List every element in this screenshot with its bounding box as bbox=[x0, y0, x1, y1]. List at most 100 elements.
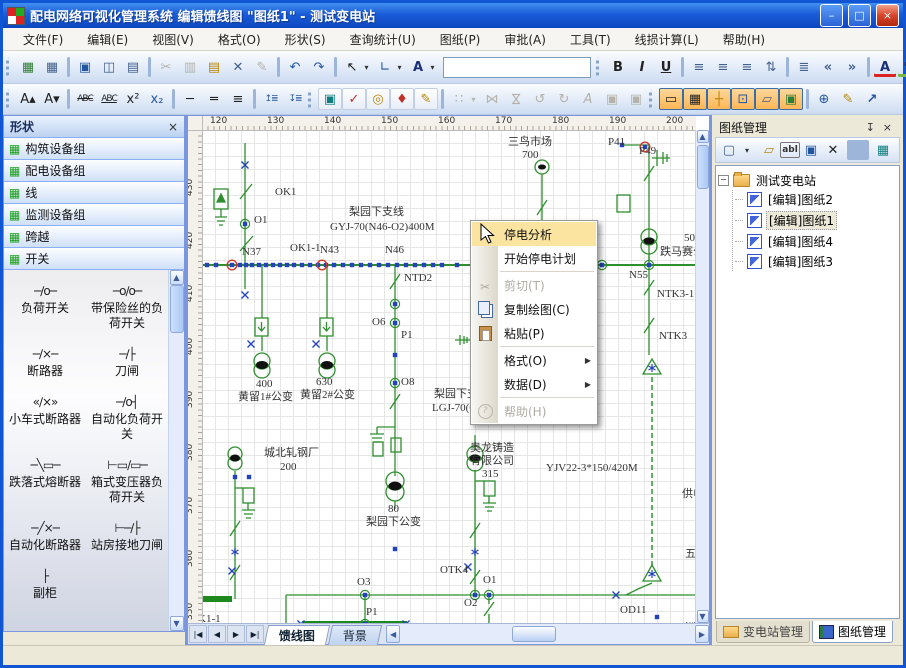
menu-item-format[interactable]: 格式(O) ▶ bbox=[472, 348, 596, 372]
shape-group-header[interactable]: ▦ 监测设备组 bbox=[4, 204, 184, 226]
shrink-font-icon[interactable]: A▾ bbox=[40, 88, 64, 110]
strikethrough-icon[interactable]: ABC bbox=[73, 88, 97, 110]
scrollbar-thumb[interactable] bbox=[512, 626, 556, 642]
tree-root-substation[interactable]: − 测试变电站 bbox=[718, 172, 897, 189]
tree-expander-icon[interactable]: − bbox=[718, 175, 729, 186]
shape-dropout-fuse[interactable]: ─╲▭─ 跌落式熔断器 bbox=[4, 458, 86, 505]
rename-sheet-icon[interactable]: abl bbox=[780, 142, 800, 158]
copy-sheet-icon[interactable]: ▣ bbox=[800, 139, 822, 161]
tree-item-sheet[interactable]: [编辑]图纸4 bbox=[733, 232, 897, 251]
style-combo-box[interactable] bbox=[443, 57, 591, 78]
scrollbar-thumb[interactable] bbox=[170, 285, 184, 333]
shape-group-header[interactable]: ▦ 构筑设备组 bbox=[4, 138, 184, 160]
shape-load-switch[interactable]: ─∕o─ 负荷开关 bbox=[4, 284, 86, 331]
menu-item[interactable]: 格式(O) bbox=[206, 29, 273, 50]
connection-point-icon[interactable]: ↗ bbox=[860, 88, 884, 110]
canvas-horizontal-scrollbar[interactable]: ◀ ▶ bbox=[386, 624, 709, 644]
next-sheet-button[interactable]: ▶ bbox=[227, 625, 245, 643]
font-color-icon[interactable]: A bbox=[873, 56, 897, 78]
menu-item[interactable]: 图纸(P) bbox=[428, 29, 493, 50]
flip-vertical-icon[interactable]: ⋈ bbox=[505, 87, 527, 111]
drawing-explorer-toggle-icon[interactable]: ▣ bbox=[779, 88, 803, 110]
selection-toggle-icon[interactable]: ⊡ bbox=[731, 88, 755, 110]
shapes-scrollbar[interactable]: ▲ ▼ bbox=[168, 270, 184, 631]
last-sheet-button[interactable]: ▶| bbox=[246, 625, 264, 643]
canvas-vertical-scrollbar[interactable]: ▲ ▼ bbox=[695, 130, 709, 623]
prev-sheet-button[interactable]: ◀ bbox=[208, 625, 226, 643]
first-sheet-button[interactable]: |◀ bbox=[189, 625, 207, 643]
scroll-down-icon[interactable]: ▼ bbox=[697, 610, 709, 623]
text-tool-dropdown[interactable]: ▾ bbox=[426, 56, 439, 78]
menu-item[interactable]: 视图(V) bbox=[140, 29, 206, 50]
line-spacing-1-icon[interactable]: ─ bbox=[178, 88, 202, 110]
scroll-down-icon[interactable]: ▼ bbox=[170, 616, 184, 631]
review-check-icon[interactable]: ✓ bbox=[342, 88, 366, 110]
minimize-button[interactable]: – bbox=[820, 4, 843, 27]
shape-group-header[interactable]: ▦ 开关 bbox=[4, 248, 184, 270]
tree-item-sheet[interactable]: [编辑]图纸2 bbox=[733, 190, 897, 209]
shape-group-header[interactable]: ▦ 跨越 bbox=[4, 226, 184, 248]
redo-icon[interactable]: ↷ bbox=[307, 56, 331, 78]
underline-abc-icon[interactable]: ABC bbox=[97, 88, 121, 110]
shape-auto-breaker[interactable]: ─╱×─ 自动化断路器 bbox=[4, 521, 86, 553]
line-spacing-2-icon[interactable]: ═ bbox=[202, 88, 226, 110]
shape-group-header[interactable]: ▦ 配电设备组 bbox=[4, 160, 184, 182]
memo-icon[interactable]: ✎ bbox=[414, 88, 438, 110]
tree-item-sheet[interactable]: [编辑]图纸3 bbox=[733, 252, 897, 271]
scroll-up-icon[interactable]: ▲ bbox=[697, 130, 709, 143]
menu-item-copy-drawing[interactable]: 复制绘图(C) bbox=[472, 297, 596, 321]
rotate-text-icon[interactable]: A bbox=[576, 88, 600, 110]
menu-item[interactable]: 查询统计(U) bbox=[338, 29, 428, 50]
bullets-icon[interactable]: ≣ bbox=[792, 56, 816, 78]
align-shapes-dropdown[interactable]: ▾ bbox=[467, 88, 480, 110]
page-break-toggle-icon[interactable]: ▱ bbox=[755, 88, 779, 110]
pan-zoom-icon[interactable]: ⊕ bbox=[812, 88, 836, 110]
bring-front-icon[interactable]: ▣ bbox=[600, 88, 624, 110]
space-before-icon[interactable]: ↥≣ bbox=[259, 88, 283, 110]
menu-item[interactable]: 文件(F) bbox=[11, 29, 75, 50]
tab-feeder-diagram[interactable]: 馈线图 bbox=[264, 625, 330, 645]
print-icon[interactable]: ▤ bbox=[121, 56, 145, 78]
italic-icon[interactable]: I bbox=[630, 56, 654, 78]
open-sheet-icon[interactable]: ▱ bbox=[758, 139, 780, 161]
feeder-picture-icon[interactable]: ▣ bbox=[318, 88, 342, 110]
new-feeder-icon[interactable]: ▦ bbox=[16, 56, 40, 78]
send-back-icon[interactable]: ▣ bbox=[624, 88, 648, 110]
menu-item-start-outage-plan[interactable]: 开始停电计划 bbox=[472, 246, 596, 270]
save-icon[interactable]: ▣ bbox=[73, 56, 97, 78]
shape-knife-switch[interactable]: ─∕├ 刀闸 bbox=[86, 347, 168, 379]
indent-icon[interactable]: » bbox=[840, 56, 864, 78]
grid-toggle-icon[interactable]: ▦ bbox=[683, 88, 707, 110]
paste-icon[interactable]: ▤ bbox=[202, 56, 226, 78]
pin-icon[interactable]: ↧ bbox=[862, 121, 879, 134]
undo-icon[interactable]: ↶ bbox=[283, 56, 307, 78]
tab-sheet-management[interactable]: 图纸管理 bbox=[812, 621, 893, 643]
menu-item[interactable]: 编辑(E) bbox=[75, 29, 140, 50]
format-painter-icon[interactable]: ✎ bbox=[250, 56, 274, 78]
menu-item[interactable]: 审批(A) bbox=[492, 29, 558, 50]
cut-icon[interactable]: ✂ bbox=[154, 56, 178, 78]
menu-item[interactable]: 帮助(H) bbox=[711, 29, 777, 50]
scrollbar-thumb[interactable] bbox=[697, 145, 709, 189]
menu-item[interactable]: 工具(T) bbox=[558, 29, 623, 50]
align-center-icon[interactable]: ≡ bbox=[711, 56, 735, 78]
shape-group-header[interactable]: ▦ 线 bbox=[4, 182, 184, 204]
delete-sheet-icon[interactable]: ✕ bbox=[822, 139, 844, 161]
subscript-icon[interactable]: x₂ bbox=[145, 88, 169, 110]
shape-station-ground-switch[interactable]: ⊢─∕├ 站房接地刀闸 bbox=[86, 521, 168, 553]
shape-fused-load-switch[interactable]: ─o∕o─ 带保险丝的负荷开关 bbox=[86, 284, 168, 331]
stamp-icon[interactable]: ♦ bbox=[390, 88, 414, 110]
shape-box-transformer-switch[interactable]: ⊢▭∕▭─ 箱式变压器负荷开关 bbox=[86, 458, 168, 505]
rotate-left-icon[interactable]: ↺ bbox=[528, 88, 552, 110]
outdent-icon[interactable]: « bbox=[816, 56, 840, 78]
menu-item-help[interactable]: ? 帮助(H) bbox=[472, 399, 596, 423]
rotate-right-icon[interactable]: ↻ bbox=[552, 88, 576, 110]
guides-toggle-icon[interactable]: ┼ bbox=[707, 88, 731, 110]
align-left-icon[interactable]: ≡ bbox=[687, 56, 711, 78]
shape-trolley-breaker[interactable]: «∕×» 小车式断路器 bbox=[4, 395, 86, 442]
maximize-button[interactable]: □ bbox=[848, 4, 871, 27]
highlight-icon[interactable]: ✎ bbox=[897, 56, 906, 78]
scroll-right-icon[interactable]: ▶ bbox=[695, 625, 709, 643]
menu-item[interactable]: 线损计算(L) bbox=[623, 29, 711, 50]
bold-icon[interactable]: B bbox=[606, 56, 630, 78]
